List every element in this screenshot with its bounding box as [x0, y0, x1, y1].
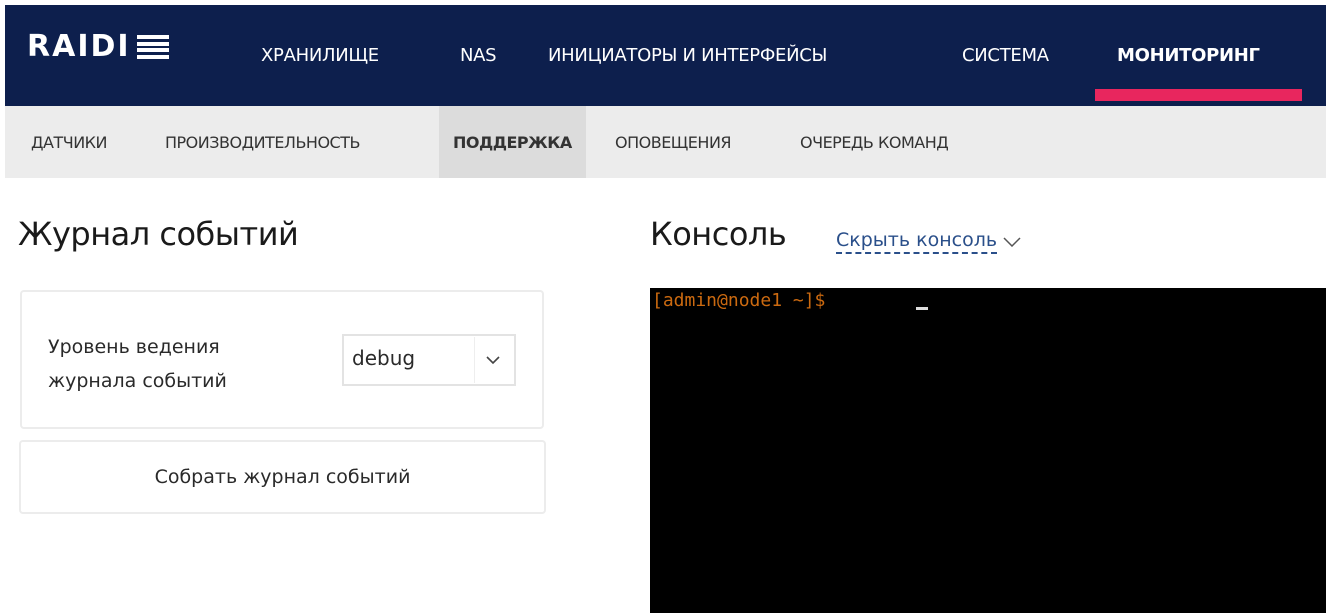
subnav-item-support[interactable]: ПОДДЕРЖКА	[439, 106, 586, 178]
raidix-logo[interactable]: RAIDI	[27, 32, 169, 62]
console-cursor	[916, 307, 928, 310]
subnav-item-alerts[interactable]: ОПОВЕЩЕНИЯ	[615, 106, 732, 178]
chevron-down-icon	[1003, 236, 1021, 247]
hide-console-label: Скрыть консоль	[836, 229, 998, 254]
subnav-item-command-queue[interactable]: ОЧЕРЕДЬ КОМАНД	[800, 106, 949, 178]
chevron-down-icon	[474, 337, 510, 383]
console-prompt: [admin@node1 ~]$	[652, 290, 826, 311]
event-log-title: Журнал событий	[18, 215, 299, 253]
logo-text: RAIDI	[27, 29, 131, 64]
sub-navigation-bar: ДАТЧИКИ ПРОИЗВОДИТЕЛЬНОСТЬ ПОДДЕРЖКА ОПО…	[5, 106, 1326, 178]
terminal-console[interactable]: [admin@node1 ~]$	[650, 288, 1326, 613]
log-level-card: Уровень ведения журнала событий debug	[20, 290, 544, 429]
logo-x-mark-icon	[136, 35, 169, 59]
nav-item-storage[interactable]: ХРАНИЛИЩЕ	[261, 5, 379, 106]
hide-console-link[interactable]: Скрыть консоль	[836, 229, 1021, 254]
nav-item-initiators-interfaces[interactable]: ИНИЦИАТОРЫ И ИНТЕРФЕЙСЫ	[548, 5, 827, 106]
subnav-item-performance[interactable]: ПРОИЗВОДИТЕЛЬНОСТЬ	[165, 106, 360, 178]
console-title: Консоль	[650, 215, 787, 253]
collect-event-log-button[interactable]: Собрать журнал событий	[19, 440, 546, 514]
active-tab-indicator	[1095, 89, 1302, 101]
log-level-select[interactable]: debug	[342, 334, 516, 386]
log-level-label: Уровень ведения журнала событий	[48, 336, 227, 392]
nav-item-system[interactable]: СИСТЕМА	[962, 5, 1049, 106]
log-level-select-value: debug	[352, 346, 416, 370]
nav-item-nas[interactable]: NAS	[460, 5, 497, 106]
subnav-item-sensors[interactable]: ДАТЧИКИ	[31, 106, 107, 178]
